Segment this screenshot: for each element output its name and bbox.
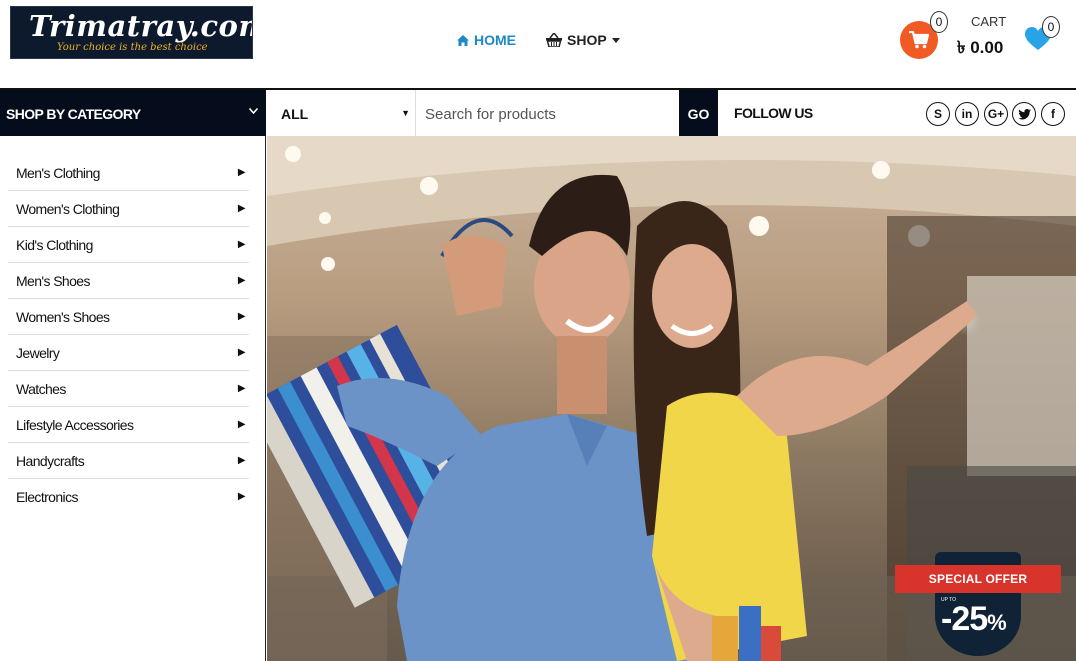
offer-value-number: -25 [941, 600, 988, 638]
sidebar-item-men-s-shoes[interactable]: Men's Shoes ▶ [8, 263, 249, 299]
basket-icon [546, 33, 562, 47]
sidebar-item-jewelry[interactable]: Jewelry ▶ [8, 335, 249, 371]
caret-right-icon: ▶ [237, 455, 246, 466]
caret-right-icon: ▶ [237, 347, 246, 358]
search-go-button[interactable]: GO [679, 90, 718, 138]
cart-count-badge: 0 [930, 11, 948, 33]
chevron-down-icon [249, 108, 258, 114]
cart-label[interactable]: CART [971, 14, 1006, 29]
twitter-icon[interactable] [1012, 102, 1036, 126]
shop-by-category-title: SHOP BY CATEGORY [6, 106, 141, 122]
caret-right-icon: ▶ [237, 203, 246, 214]
brand-logo[interactable]: Trimatray.com Your choice is the best ch… [10, 6, 253, 59]
site-header: Trimatray.com Your choice is the best ch… [0, 0, 1076, 88]
caret-right-icon: ▶ [237, 491, 246, 502]
shop-by-category-toggle[interactable]: SHOP BY CATEGORY [0, 90, 266, 138]
sidebar-item-lifestyle-accessories[interactable]: Lifestyle Accessories ▶ [8, 407, 249, 443]
wishlist-count-badge: 0 [1042, 16, 1060, 38]
offer-title: SPECIAL OFFER [895, 565, 1061, 593]
skype-icon[interactable]: S [926, 102, 950, 126]
brand-name: Trimatray.com [29, 9, 253, 43]
nav-home[interactable]: HOME [457, 32, 516, 48]
category-list: Men's Clothing ▶ Women's Clothing ▶ Kid's Cl… [0, 136, 265, 515]
caret-down-icon [611, 37, 620, 43]
sidebar-item-men-s-clothing[interactable]: Men's Clothing ▶ [8, 155, 249, 191]
sidebar-item-label: Watches [16, 381, 66, 397]
sidebar-item-handycrafts[interactable]: Handycrafts ▶ [8, 443, 249, 479]
sidebar-item-label: Women's Clothing [16, 201, 120, 217]
facebook-icon[interactable]: f [1041, 102, 1065, 126]
sidebar-item-electronics[interactable]: Electronics ▶ [8, 479, 249, 515]
caret-right-icon: ▶ [237, 239, 246, 250]
sidebar-item-label: Men's Clothing [16, 165, 100, 181]
offer-value: -25% [941, 600, 1007, 639]
caret-right-icon: ▶ [237, 419, 246, 430]
sidebar-item-watches[interactable]: Watches ▶ [8, 371, 249, 407]
sidebar-item-kid-s-clothing[interactable]: Kid's Clothing ▶ [8, 227, 249, 263]
special-offer-badge[interactable]: SPECIAL OFFER UP TO -25% [895, 552, 1061, 656]
select-arrow-icon: ▼ [401, 108, 410, 118]
sidebar-item-label: Men's Shoes [16, 273, 91, 289]
sidebar-item-women-s-clothing[interactable]: Women's Clothing ▶ [8, 191, 249, 227]
search-category-select[interactable]: ALL ▼ [266, 90, 416, 138]
google-plus-icon[interactable]: G+ [984, 102, 1008, 126]
nav-shop[interactable]: SHOP [546, 32, 620, 48]
nav-home-label: HOME [474, 32, 516, 48]
caret-right-icon: ▶ [237, 311, 246, 322]
sidebar-item-label: Electronics [16, 489, 78, 505]
nav-shop-label: SHOP [567, 32, 607, 48]
sidebar-item-label: Handycrafts [16, 453, 85, 469]
linkedin-icon[interactable]: in [955, 102, 979, 126]
caret-right-icon: ▶ [237, 275, 246, 286]
cart-icon [909, 31, 929, 49]
sidebar-item-women-s-shoes[interactable]: Women's Shoes ▶ [8, 299, 249, 335]
brand-tagline: Your choice is the best choice [57, 42, 208, 53]
category-search-bar: SHOP BY CATEGORY ALL ▼ GO FOLLOW US S in… [0, 88, 1076, 138]
category-sidebar: Men's Clothing ▶ Women's Clothing ▶ Kid's Cl… [0, 136, 266, 661]
sidebar-item-label: Kid's Clothing [16, 237, 93, 253]
caret-right-icon: ▶ [237, 167, 246, 178]
search-input[interactable] [417, 90, 679, 138]
sidebar-item-label: Jewelry [16, 345, 60, 361]
caret-right-icon: ▶ [237, 383, 246, 394]
sidebar-item-label: Lifestyle Accessories [16, 417, 134, 433]
follow-us-label: FOLLOW US [734, 105, 813, 121]
cart-total[interactable]: ৳ 0.00 [957, 35, 1003, 63]
offer-value-unit: % [987, 610, 1007, 635]
sidebar-item-label: Women's Shoes [16, 309, 110, 325]
search-category-value: ALL [281, 105, 309, 122]
home-icon [457, 34, 469, 46]
